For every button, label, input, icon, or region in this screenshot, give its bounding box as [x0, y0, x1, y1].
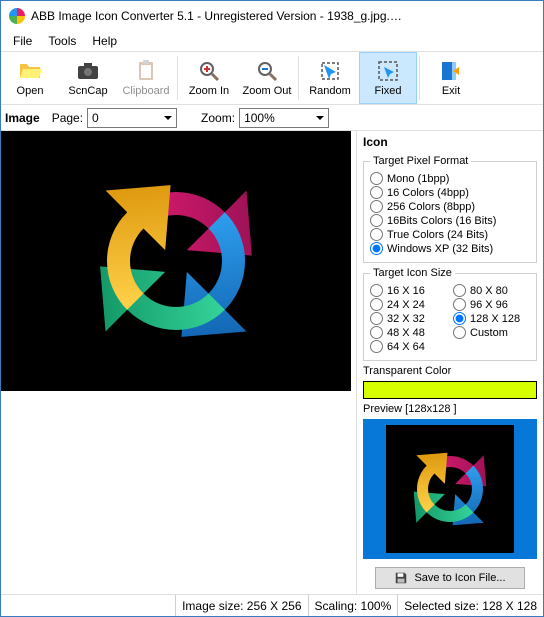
- preview-label: Preview [128x128 ]: [363, 403, 537, 415]
- status-selected-size: Selected size: 128 X 128: [397, 595, 543, 616]
- zoom-in-icon: [197, 59, 221, 83]
- image-label: Image: [5, 111, 40, 125]
- radio-32[interactable]: 32 X 32: [370, 312, 447, 325]
- menu-help[interactable]: Help: [84, 32, 125, 50]
- open-button[interactable]: Open: [1, 52, 59, 104]
- icon-size-group: Target Icon Size 16 X 16 24 X 24 32 X 32…: [363, 267, 537, 361]
- random-button[interactable]: Random: [301, 52, 359, 104]
- page-label: Page:: [52, 111, 83, 125]
- page-dropdown[interactable]: 0: [87, 108, 177, 128]
- exit-button[interactable]: Exit: [422, 52, 480, 104]
- recycle-image: [61, 146, 291, 376]
- radio-24[interactable]: 24 X 24: [370, 298, 447, 311]
- chevron-down-icon: [159, 109, 176, 127]
- transparent-color-swatch[interactable]: [363, 381, 537, 399]
- radio-16[interactable]: 16 X 16: [370, 284, 447, 297]
- zoom-dropdown[interactable]: 100%: [239, 108, 329, 128]
- fixed-select-icon: [376, 59, 400, 83]
- preview-image: [386, 425, 514, 553]
- exit-icon: [439, 59, 463, 83]
- titlebar: ABB Image Icon Converter 5.1 - Unregiste…: [1, 1, 543, 31]
- clipboard-button: Clipboard: [117, 52, 175, 104]
- zoom-label: Zoom:: [201, 111, 235, 125]
- zoom-in-button[interactable]: Zoom In: [180, 52, 238, 104]
- maximize-button[interactable]: : [453, 1, 498, 31]
- radio-custom[interactable]: Custom: [453, 326, 530, 339]
- window-title: ABB Image Icon Converter 5.1 - Unregiste…: [31, 9, 408, 23]
- fixed-button[interactable]: Fixed: [359, 52, 417, 104]
- icon-heading: Icon: [363, 135, 537, 149]
- radio-48[interactable]: 48 X 48: [370, 326, 447, 339]
- status-image-size: Image size: 256 X 256: [175, 595, 307, 616]
- options-bar: Image Page: 0 Zoom: 100%: [1, 105, 543, 131]
- image-canvas[interactable]: [1, 131, 356, 594]
- folder-open-icon: [18, 59, 42, 83]
- zoom-out-button[interactable]: Zoom Out: [238, 52, 296, 104]
- image-holder: [1, 131, 351, 391]
- menu-tools[interactable]: Tools: [40, 32, 84, 50]
- close-button[interactable]: : [498, 1, 543, 31]
- zoom-out-icon: [255, 59, 279, 83]
- app-icon: [9, 8, 25, 24]
- radio-64[interactable]: 64 X 64: [370, 340, 447, 353]
- statusbar: Image size: 256 X 256 Scaling: 100% Sele…: [1, 594, 543, 616]
- pixel-format-group: Target Pixel Format Mono (1bpp) 16 Color…: [363, 155, 537, 263]
- scncap-button[interactable]: ScnCap: [59, 52, 117, 104]
- preview-box: [363, 419, 537, 559]
- random-select-icon: [318, 59, 342, 83]
- radio-128[interactable]: 128 X 128: [453, 312, 530, 325]
- radio-96[interactable]: 96 X 96: [453, 298, 530, 311]
- chevron-down-icon: [311, 109, 328, 127]
- radio-winxp[interactable]: Windows XP (32 Bits): [370, 242, 530, 255]
- side-panel: Icon Target Pixel Format Mono (1bpp) 16 …: [357, 131, 543, 594]
- save-button[interactable]: Save to Icon File...: [375, 567, 524, 589]
- radio-16colors[interactable]: 16 Colors (4bpp): [370, 186, 530, 199]
- save-icon: [394, 571, 408, 585]
- radio-mono[interactable]: Mono (1bpp): [370, 172, 530, 185]
- radio-80[interactable]: 80 X 80: [453, 284, 530, 297]
- radio-16bits[interactable]: 16Bits Colors (16 Bits): [370, 214, 530, 227]
- status-scaling: Scaling: 100%: [308, 595, 398, 616]
- minimize-button[interactable]: : [408, 1, 453, 31]
- toolbar: Open ScnCap Clipboard Zoom In Zoom Out R…: [1, 51, 543, 105]
- transparent-label: Transparent Color: [363, 365, 537, 377]
- camera-icon: [76, 59, 100, 83]
- radio-256colors[interactable]: 256 Colors (8bpp): [370, 200, 530, 213]
- menubar: File Tools Help: [1, 31, 543, 51]
- radio-truecolor[interactable]: True Colors (24 Bits): [370, 228, 530, 241]
- menu-file[interactable]: File: [5, 32, 40, 50]
- clipboard-icon: [134, 59, 158, 83]
- canvas-pane: [1, 131, 357, 594]
